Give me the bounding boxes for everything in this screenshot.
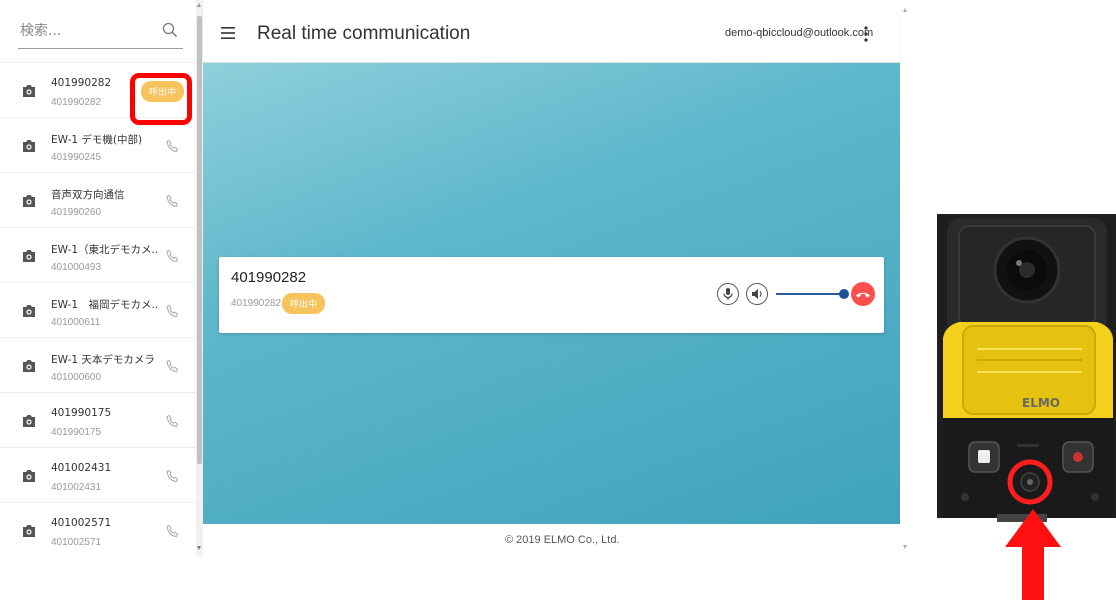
device-name: EW-1 デモ機(中部) — [51, 134, 143, 146]
app-header: Real time communication demo-qbiccloud@o… — [203, 8, 900, 63]
device-sidebar: 401990282 401990282 呼出中 EW-1 デモ機(中部) 401… — [0, 0, 197, 556]
main-scrollbar[interactable] — [901, 0, 910, 556]
device-number: 401990175 — [51, 427, 102, 438]
hang-up-button[interactable] — [851, 282, 875, 306]
phone-icon[interactable] — [166, 249, 180, 263]
device-number: 401000611 — [51, 317, 101, 328]
scroll-up-arrow-icon[interactable] — [197, 3, 201, 7]
search-box — [18, 18, 183, 49]
account-email: demo-qbiccloud@outlook.com — [725, 27, 874, 39]
copyright-text: © 2019 ELMO Co., Ltd. — [505, 534, 620, 546]
device-number: 401990282 — [51, 97, 102, 108]
camera-icon — [23, 360, 35, 372]
camera-icon — [23, 85, 35, 97]
device-item[interactable]: EW-1 福岡デモカメ.. 401000611 — [0, 282, 196, 337]
speaker-icon — [752, 289, 762, 299]
camera-icon — [23, 195, 35, 207]
device-name: EW-1（東北デモカメ.. — [51, 244, 159, 256]
hamburger-menu-icon[interactable] — [221, 27, 235, 39]
red-arrow-icon — [1005, 509, 1061, 600]
highlight-box — [130, 73, 192, 125]
phone-icon[interactable] — [166, 139, 180, 153]
device-item[interactable]: 401990175 401990175 — [0, 392, 196, 447]
camera-icon — [23, 140, 35, 152]
device-name: 音声双方向通信 — [51, 189, 125, 201]
phone-icon[interactable] — [166, 524, 180, 538]
device-item[interactable]: EW-1 デモ機(中部) 401990245 — [0, 117, 196, 172]
phone-icon[interactable] — [166, 469, 180, 483]
camera-brand-text: ELMO — [1022, 396, 1060, 410]
kebab-menu-icon[interactable] — [863, 25, 869, 43]
camera-icon — [23, 525, 35, 537]
camera-icon — [23, 305, 35, 317]
volume-slider-handle[interactable] — [839, 289, 849, 299]
scroll-up-arrow-icon[interactable] — [903, 8, 907, 12]
device-number: 401990245 — [51, 152, 102, 163]
device-name: EW-1 天本デモカメラ — [51, 354, 155, 366]
device-name: 401990282 — [51, 77, 112, 89]
device-name: 401002431 — [51, 462, 112, 474]
phone-icon[interactable] — [166, 359, 180, 373]
search-icon[interactable] — [161, 21, 179, 39]
device-number: 401002431 — [51, 482, 102, 493]
hang-up-icon — [856, 292, 870, 298]
microphone-button[interactable] — [717, 283, 739, 305]
scroll-down-arrow-icon[interactable] — [197, 546, 201, 550]
microphone-icon — [723, 288, 733, 300]
device-item[interactable]: 音声双方向通信 401990260 — [0, 172, 196, 227]
device-number: 401000600 — [51, 372, 102, 383]
device-name: EW-1 福岡デモカメ.. — [51, 299, 159, 311]
device-number: 401990260 — [51, 207, 102, 218]
scroll-down-arrow-icon[interactable] — [903, 545, 907, 549]
call-device-number: 401990282 — [231, 298, 282, 309]
sidebar-scrollbar-thumb[interactable] — [197, 16, 202, 464]
communication-stage: 401990282 401990282 呼出中 — [203, 63, 900, 524]
call-status-badge: 呼出中 — [282, 293, 326, 314]
device-name: 401002571 — [51, 517, 112, 529]
device-item[interactable]: EW-1 天本デモカメラ 401000600 — [0, 337, 196, 392]
device-list: 401990282 401990282 呼出中 EW-1 デモ機(中部) 401… — [0, 62, 196, 556]
phone-icon[interactable] — [166, 304, 180, 318]
device-item[interactable]: 401002431 401002431 — [0, 447, 196, 502]
phone-icon[interactable] — [166, 194, 180, 208]
volume-slider-track[interactable] — [776, 293, 844, 295]
camera-icon — [23, 250, 35, 262]
camera-icon — [23, 415, 35, 427]
active-call-card: 401990282 401990282 呼出中 — [219, 257, 884, 333]
phone-icon[interactable] — [166, 414, 180, 428]
camera-icon — [23, 470, 35, 482]
page-title: Real time communication — [257, 23, 471, 44]
call-device-name: 401990282 — [231, 269, 307, 286]
device-name: 401990175 — [51, 407, 112, 419]
device-item[interactable]: EW-1（東北デモカメ.. 401000493 — [0, 227, 196, 282]
device-number: 401002571 — [51, 537, 102, 548]
speaker-button[interactable] — [746, 283, 768, 305]
device-number: 401000493 — [51, 262, 102, 273]
footer: © 2019 ELMO Co., Ltd. — [203, 524, 900, 556]
search-input[interactable] — [18, 22, 152, 40]
device-item[interactable]: 401002571 401002571 — [0, 502, 196, 556]
body-camera-photo: ELMO — [937, 214, 1116, 554]
